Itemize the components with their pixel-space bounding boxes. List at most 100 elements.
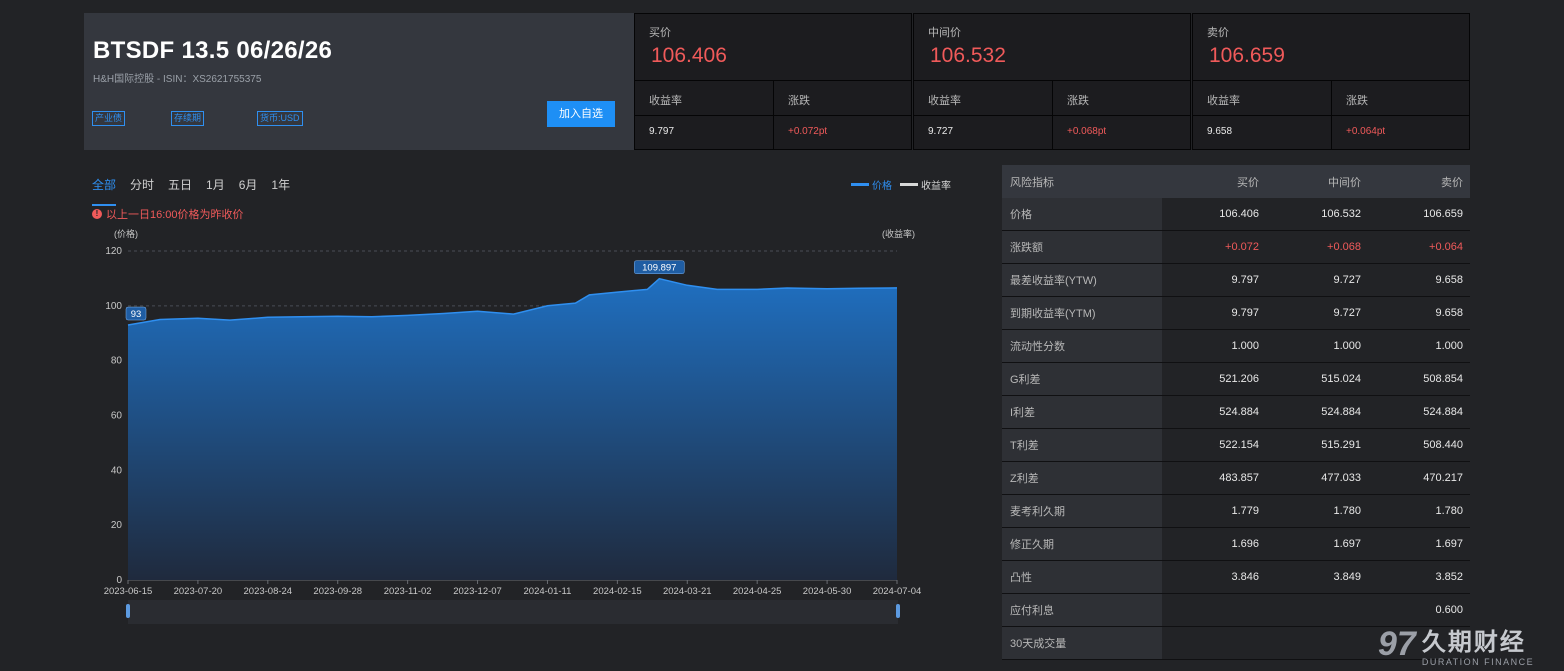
- table-row: Z利差 483.857 477.033 470.217: [1002, 462, 1470, 495]
- y-tick-label: 40: [111, 465, 123, 476]
- y-tick-label: 60: [111, 411, 123, 422]
- range-slider-track[interactable]: [128, 600, 898, 624]
- quote-ask: 卖价 106.659 收益率 涨跌 9.658 +0.064pt: [1192, 13, 1470, 150]
- x-tick-label: 2023-12-07: [453, 586, 502, 597]
- mid-value: 477.033: [1321, 472, 1361, 484]
- header-bid: 买价: [1237, 176, 1259, 189]
- mid-value: 9.727: [1333, 307, 1361, 319]
- ask-value: 524.884: [1423, 406, 1463, 418]
- tab-5day[interactable]: 五日: [168, 176, 192, 197]
- x-tick-label: 2024-07-04: [873, 586, 922, 597]
- data-label: 93: [131, 309, 142, 320]
- watermark-logo: 97 久期财经 DURATION FINANCE: [1378, 622, 1534, 667]
- tab-1month[interactable]: 1月: [206, 176, 225, 197]
- table-row: 到期收益率(YTM) 9.797 9.727 9.658: [1002, 297, 1470, 330]
- add-watchlist-button[interactable]: 加入自选: [547, 101, 615, 127]
- ask-value: 9.658: [1435, 274, 1463, 286]
- mid-value: 3.849: [1333, 571, 1361, 583]
- ask-value: 9.658: [1435, 307, 1463, 319]
- table-row: 最差收益率(YTW) 9.797 9.727 9.658: [1002, 264, 1470, 297]
- mid-value: 1.780: [1333, 505, 1361, 517]
- range-slider-right-handle[interactable]: [896, 604, 900, 618]
- metric-label: 到期收益率(YTM): [1002, 297, 1162, 329]
- change-label: 涨跌: [1067, 95, 1089, 107]
- change-value: +0.072pt: [788, 126, 828, 137]
- metric-label: 涨跌额: [1002, 231, 1162, 263]
- metric-label: T利差: [1002, 429, 1162, 461]
- left-axis-title: (价格): [114, 228, 138, 239]
- logo-name-en: DURATION FINANCE: [1421, 657, 1535, 667]
- table-row: 涨跌额 +0.072 +0.068 +0.064: [1002, 231, 1470, 264]
- bid-value: 9.797: [1231, 307, 1259, 319]
- ask-value: 1.780: [1435, 505, 1463, 517]
- table-row: 价格 106.406 106.532 106.659: [1002, 198, 1470, 231]
- range-slider-left-handle[interactable]: [126, 604, 130, 618]
- price-chart: (价格) (收益率) 0 20 40 60 80 100 120 2023-06-15 202…: [104, 228, 922, 624]
- metric-label: 价格: [1002, 198, 1162, 230]
- metric-label: 修正久期: [1002, 528, 1162, 560]
- mid-value: 106.532: [1321, 208, 1361, 220]
- tab-6month[interactable]: 6月: [239, 176, 258, 197]
- table-row: G利差 521.206 515.024 508.854: [1002, 363, 1470, 396]
- logo-mark: 97: [1378, 625, 1416, 663]
- price-area: [128, 278, 897, 580]
- ask-value: 470.217: [1423, 472, 1463, 484]
- tab-intraday[interactable]: 分时: [130, 176, 154, 197]
- y-tick-label: 120: [105, 246, 122, 257]
- change-label: 涨跌: [1346, 95, 1368, 107]
- table-row: 麦考利久期 1.779 1.780 1.780: [1002, 495, 1470, 528]
- chart-legend: 价格 收益率: [851, 177, 959, 192]
- change-label: 涨跌: [788, 95, 810, 107]
- mid-value: 524.884: [1321, 406, 1361, 418]
- change-value: +0.068pt: [1067, 126, 1107, 137]
- tab-all[interactable]: 全部: [92, 176, 117, 206]
- header-mid: 中间价: [1328, 176, 1361, 189]
- tab-1year[interactable]: 1年: [271, 176, 290, 197]
- quote-price: 106.406: [651, 44, 727, 67]
- x-tick-label: 2024-01-11: [524, 586, 572, 597]
- legend-price[interactable]: 价格: [851, 177, 892, 192]
- y-tick-label: 0: [116, 575, 122, 586]
- logo-name-cn: 久期财经: [1421, 629, 1526, 656]
- bid-value: 106.406: [1219, 208, 1259, 220]
- yield-label: 收益率: [1207, 95, 1240, 107]
- ask-value: 508.440: [1423, 439, 1463, 451]
- x-tick-label: 2024-04-25: [733, 586, 782, 597]
- metric-label: 应付利息: [1002, 594, 1162, 626]
- metric-label: 流动性分数: [1002, 330, 1162, 362]
- metric-label: 麦考利久期: [1002, 495, 1162, 527]
- legend-yield[interactable]: 收益率: [900, 177, 951, 192]
- legend-swatch: [900, 183, 918, 186]
- x-tick-label: 2024-02-15: [593, 586, 642, 597]
- quote-mid: 中间价 106.532 收益率 涨跌 9.727 +0.068pt: [913, 13, 1191, 150]
- risk-table-header: 风险指标 买价 中间价 卖价: [1002, 165, 1470, 198]
- yield-value: 9.658: [1207, 126, 1233, 137]
- mid-value: +0.068: [1327, 241, 1361, 253]
- ask-value: 1.697: [1435, 538, 1463, 550]
- yield-value: 9.727: [928, 126, 954, 137]
- ask-value: 508.854: [1423, 373, 1463, 385]
- bid-value: 9.797: [1231, 274, 1259, 286]
- x-tick-label: 2024-03-21: [663, 586, 712, 597]
- table-row: 修正久期 1.696 1.697 1.697: [1002, 528, 1470, 561]
- bond-title: BTSDF 13.5 06/26/26: [93, 37, 333, 64]
- quote-label: 中间价: [928, 27, 961, 39]
- ask-value: 1.000: [1435, 340, 1463, 352]
- metric-label: 最差收益率(YTW): [1002, 264, 1162, 296]
- metric-label: I利差: [1002, 396, 1162, 428]
- quote-price: 106.659: [1209, 44, 1285, 67]
- close-price-notice: ! 以上一日16:00价格为昨收价: [92, 206, 244, 222]
- risk-metrics-table: 风险指标 买价 中间价 卖价 价格 106.406 106.532 106.659 涨跌…: [1002, 165, 1470, 660]
- x-tick-label: 2023-09-28: [313, 586, 362, 597]
- tag-outstanding[interactable]: 存续期: [171, 111, 205, 126]
- legend-label: 收益率: [921, 181, 951, 192]
- yield-label: 收益率: [649, 95, 682, 107]
- tag-industry-bond[interactable]: 产业债: [92, 111, 126, 126]
- metric-label: 凸性: [1002, 561, 1162, 593]
- yield-label: 收益率: [928, 95, 961, 107]
- metric-label: G利差: [1002, 363, 1162, 395]
- bid-value: 1.779: [1231, 505, 1259, 517]
- mid-value: 1.000: [1333, 340, 1361, 352]
- tag-currency[interactable]: 货币:USD: [257, 111, 303, 126]
- bid-value: 483.857: [1219, 472, 1259, 484]
